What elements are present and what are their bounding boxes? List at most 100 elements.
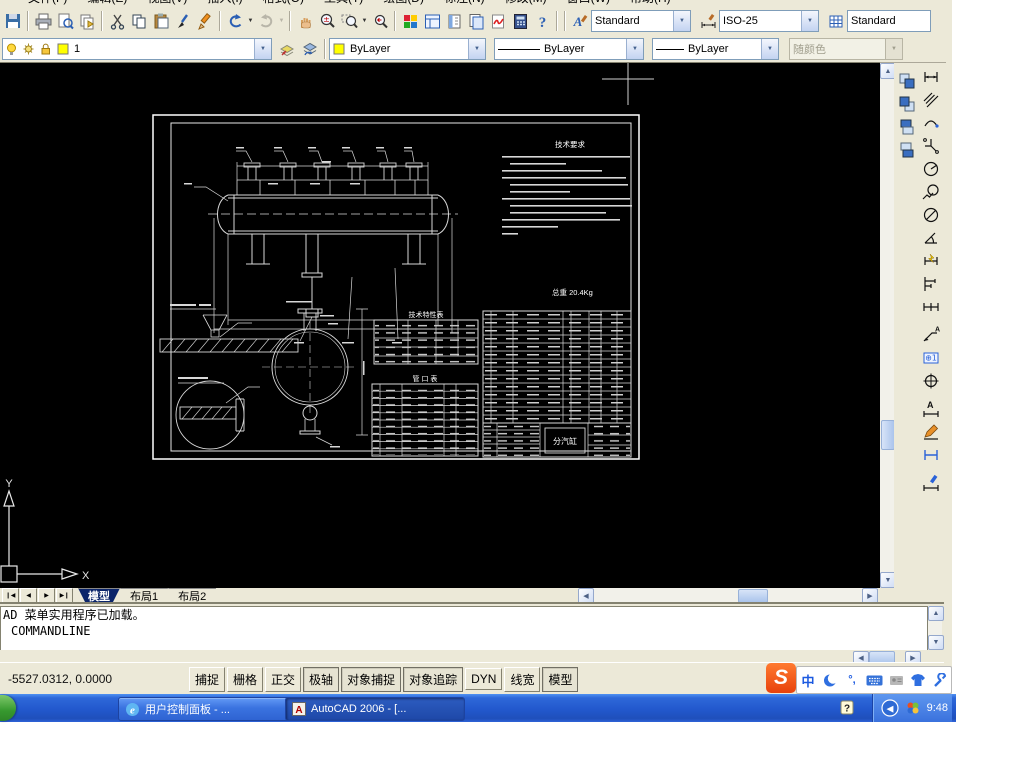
zoom-realtime-icon[interactable]: ± — [316, 10, 338, 32]
dim-aligned-icon[interactable] — [920, 88, 942, 111]
dim-baseline-icon[interactable] — [920, 272, 942, 295]
dim-style-toolbar-icon[interactable] — [920, 471, 942, 494]
ime-moon-icon[interactable] — [822, 671, 839, 689]
tab-prev-icon[interactable]: ◀ — [20, 587, 37, 603]
dim-continue-icon[interactable] — [920, 295, 942, 318]
start-button[interactable] — [0, 695, 16, 721]
status-polar-button[interactable]: 极轴 — [303, 666, 340, 692]
qcalc-icon[interactable] — [509, 10, 531, 32]
cmd-scroll-up-icon[interactable]: ▲ — [928, 606, 944, 621]
zoom-window-dropdown-icon[interactable]: ▼ — [360, 18, 369, 24]
pan-icon[interactable] — [294, 10, 316, 32]
ime-keyboard-icon[interactable] — [866, 671, 883, 689]
tool-palettes-icon[interactable] — [443, 10, 465, 32]
status-ortho-button[interactable]: 正交 — [265, 666, 302, 692]
dim-jogged-icon[interactable] — [920, 180, 942, 203]
drawing-canvas[interactable]: 技术要求 总重 20.4Kg 技术特性表 管 口 表 分汽缸 Y X — [0, 62, 880, 589]
lineweight-combo[interactable]: ByLayer ▼ — [652, 38, 779, 60]
save-icon[interactable] — [2, 10, 24, 32]
text-style-icon[interactable]: A — [569, 10, 591, 32]
ime-punctuation-icon[interactable]: °, — [844, 671, 861, 689]
layer-on-icon[interactable] — [3, 40, 20, 58]
make-layer-current-icon[interactable] — [277, 38, 299, 60]
tab-layout1[interactable]: 布局1 — [120, 588, 168, 602]
tab-next-icon[interactable]: ▶ — [38, 587, 55, 603]
ime-wrench-icon[interactable] — [932, 671, 949, 689]
taskbar-item-autocad[interactable]: A AutoCAD 2006 - [... — [285, 697, 465, 721]
vscroll-thumb[interactable] — [881, 420, 895, 450]
command-vertical-scrollbar[interactable]: ▲ ▼ — [928, 606, 944, 650]
tab-layout2[interactable]: 布局2 — [168, 588, 216, 602]
plot-preview-icon[interactable] — [54, 10, 76, 32]
paste-icon[interactable] — [150, 10, 172, 32]
dim-radius-icon[interactable] — [920, 157, 942, 180]
status-dyn-button[interactable]: DYN — [465, 668, 503, 690]
plot-icon[interactable] — [32, 10, 54, 32]
undo-dropdown-icon[interactable]: ▼ — [246, 18, 255, 24]
status-snap-button[interactable]: 捕捉 — [189, 666, 226, 692]
linetype-combo[interactable]: ByLayer ▼ — [494, 38, 644, 60]
center-mark-icon[interactable] — [920, 369, 942, 392]
dim-linear-icon[interactable] — [920, 65, 942, 88]
publish-icon[interactable] — [76, 10, 98, 32]
bring-above-icon[interactable] — [896, 115, 918, 138]
dim-angular-icon[interactable] — [920, 226, 942, 249]
redline-icon[interactable] — [194, 10, 216, 32]
dim-arc-length-icon[interactable] — [920, 111, 942, 134]
redo-dropdown-icon[interactable]: ▼ — [277, 18, 286, 24]
tray-update-icon[interactable] — [905, 700, 921, 716]
properties-icon[interactable] — [399, 10, 421, 32]
status-lwt-button[interactable]: 线宽 — [504, 666, 541, 692]
match-properties-icon[interactable] — [172, 10, 194, 32]
layer-combo[interactable]: 1 ▼ — [2, 38, 272, 60]
cut-icon[interactable] — [106, 10, 128, 32]
bring-to-front-icon[interactable] — [896, 69, 918, 92]
dim-update-icon[interactable] — [920, 443, 942, 466]
dim-style-dropdown-icon[interactable]: ▼ — [801, 11, 818, 31]
quick-leader-icon[interactable]: A — [920, 323, 942, 346]
sheet-set-manager-icon[interactable] — [465, 10, 487, 32]
ime-logo[interactable]: S — [766, 663, 796, 693]
tab-last-icon[interactable]: ▶❙ — [56, 587, 73, 603]
dim-ordinate-icon[interactable] — [920, 134, 942, 157]
dim-edit-icon[interactable] — [920, 420, 942, 443]
status-model-button[interactable]: 模型 — [542, 666, 579, 692]
dim-style-combo[interactable]: ISO-25 ▼ — [719, 10, 819, 32]
dim-text-edit-icon[interactable]: A — [920, 397, 942, 420]
layer-previous-icon[interactable] — [299, 38, 321, 60]
color-dropdown-icon[interactable]: ▼ — [468, 39, 485, 59]
ime-chinese-mode-icon[interactable]: 中 — [800, 671, 817, 689]
dim-diameter-icon[interactable] — [920, 203, 942, 226]
help-icon[interactable]: ? — [531, 10, 553, 32]
zoom-previous-icon[interactable] — [369, 10, 391, 32]
dim-style-icon[interactable] — [697, 10, 719, 32]
tab-model[interactable]: 模型 — [78, 588, 120, 602]
status-otrack-button[interactable]: 对象追踪 — [403, 666, 464, 692]
markup-set-manager-icon[interactable] — [487, 10, 509, 32]
send-to-back-icon[interactable] — [896, 92, 918, 115]
command-text-area[interactable]: AD 菜单实用程序已加载。 COMMANDLINE — [0, 606, 928, 652]
zoom-window-icon[interactable] — [338, 10, 360, 32]
color-combo[interactable]: ByLayer ▼ — [329, 38, 486, 60]
redo-icon[interactable] — [255, 10, 277, 32]
tray-language-icon[interactable]: ◀ — [880, 699, 899, 717]
dim-quick-icon[interactable] — [920, 249, 942, 272]
send-under-icon[interactable] — [896, 138, 918, 161]
hscroll-thumb[interactable] — [738, 589, 768, 603]
text-style-combo[interactable]: Standard ▼ — [591, 10, 691, 32]
tray-help-icon[interactable]: ? — [840, 700, 854, 716]
table-style-combo[interactable]: Standard — [847, 10, 931, 32]
designcenter-icon[interactable] — [421, 10, 443, 32]
linetype-dropdown-icon[interactable]: ▼ — [626, 39, 643, 59]
undo-icon[interactable] — [224, 10, 246, 32]
layer-color-swatch[interactable] — [54, 40, 71, 58]
canvas-horizontal-scrollbar[interactable]: ◀ ▶ — [578, 588, 878, 604]
status-grid-button[interactable]: 栅格 — [227, 666, 264, 692]
tab-first-icon[interactable]: ❙◀ — [2, 587, 19, 603]
tolerance-icon[interactable]: ⊕1 — [920, 346, 942, 369]
text-style-dropdown-icon[interactable]: ▼ — [673, 11, 690, 31]
layer-freeze-icon[interactable] — [20, 40, 37, 58]
table-style-icon[interactable] — [825, 10, 847, 32]
lineweight-dropdown-icon[interactable]: ▼ — [761, 39, 778, 59]
ime-skin-icon[interactable] — [910, 671, 927, 689]
